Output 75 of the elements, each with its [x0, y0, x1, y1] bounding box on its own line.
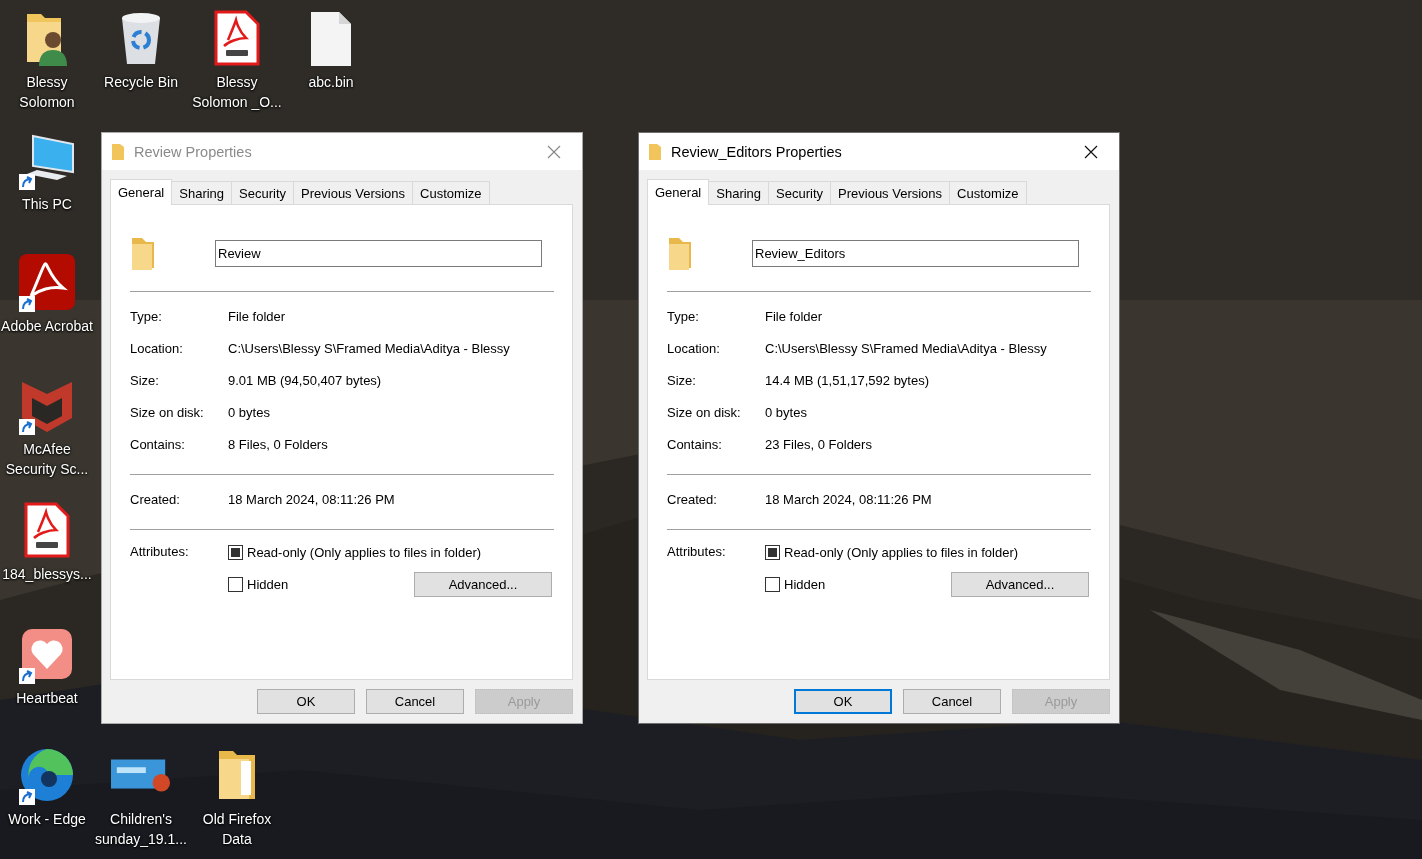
- window-title: Review Properties: [134, 143, 253, 160]
- property-label: Size on disk:: [667, 404, 742, 420]
- property-value: 14.4 MB (1,51,17,592 bytes): [765, 372, 931, 388]
- window-title: Review_Editors Properties: [671, 143, 843, 160]
- checkbox-label[interactable]: Hidden: [247, 577, 289, 592]
- property-value: File folder: [228, 308, 287, 324]
- tab[interactable]: Sharing: [171, 181, 233, 204]
- attributes-label: Attributes:: [667, 544, 727, 561]
- folder-icon: [649, 143, 661, 160]
- tab[interactable]: General: [647, 179, 710, 205]
- property-value: 9.01 MB (94,50,407 bytes): [228, 372, 383, 388]
- advanced-button[interactable]: Advanced...: [414, 572, 552, 597]
- property-label: Location:: [130, 340, 184, 356]
- dialog-button[interactable]: Cancel: [366, 689, 464, 714]
- dialog-button[interactable]: OK: [257, 689, 355, 714]
- folder-icon: [112, 143, 124, 160]
- checkbox-label[interactable]: Read-only (Only applies to files in folder): [784, 545, 1019, 560]
- desktop-icon-label[interactable]: Children's sunday_19.1...: [94, 809, 188, 849]
- shortcut-arrow-icon: [19, 296, 35, 312]
- folder-icon: [130, 236, 156, 270]
- tab[interactable]: Security: [231, 181, 295, 204]
- property-value: File folder: [765, 308, 824, 324]
- shortcut-arrow-icon: [19, 419, 35, 435]
- property-value: 0 bytes: [228, 404, 271, 420]
- property-label: Created:: [130, 491, 181, 507]
- attributes-label: Attributes:: [130, 544, 190, 561]
- property-label: Type:: [667, 308, 700, 324]
- tab[interactable]: Sharing: [708, 181, 770, 204]
- checkbox-label[interactable]: Hidden: [784, 577, 826, 592]
- property-label: Created:: [667, 491, 718, 507]
- checkbox[interactable]: [765, 545, 780, 560]
- property-value: 18 March 2024, 08:11:26 PM: [765, 491, 933, 507]
- property-label: Size on disk:: [130, 404, 205, 420]
- checkbox[interactable]: [228, 545, 243, 560]
- property-label: Contains:: [667, 436, 723, 452]
- desktop-icon-label[interactable]: 184_blessys...: [2, 564, 92, 584]
- desktop-icon-label[interactable]: Heartbeat: [16, 688, 78, 708]
- shortcut-arrow-icon: [19, 668, 35, 684]
- checkbox-label[interactable]: Read-only (Only applies to files in folder): [247, 545, 482, 560]
- dialog-button[interactable]: Cancel: [903, 689, 1001, 714]
- close-icon: [547, 144, 561, 159]
- desktop-icon-label[interactable]: McAfee Security Sc...: [0, 439, 94, 479]
- advanced-button[interactable]: Advanced...: [951, 572, 1089, 597]
- tab[interactable]: Customize: [949, 181, 1027, 204]
- property-label: Size:: [667, 372, 697, 388]
- property-value: C:\Users\Blessy S\Framed Media\Aditya - Blessy: [765, 340, 1048, 356]
- tab[interactable]: Security: [768, 181, 832, 204]
- desktop-icon-label[interactable]: Blessy Solomon _O...: [190, 72, 284, 112]
- property-value: 23 Files, 0 Folders: [765, 436, 873, 452]
- folder-icon: [667, 236, 693, 270]
- desktop-icon-label[interactable]: Work - Edge: [8, 809, 86, 829]
- checkbox[interactable]: [765, 577, 780, 592]
- property-value: 8 Files, 0 Folders: [228, 436, 329, 452]
- name-field[interactable]: Review: [215, 239, 542, 267]
- desktop-icon-label[interactable]: Recycle Bin: [104, 72, 178, 92]
- tab[interactable]: Customize: [412, 181, 490, 204]
- dialog-button[interactable]: OK: [794, 689, 892, 714]
- property-value: 0 bytes: [765, 404, 808, 420]
- tab[interactable]: General: [110, 179, 173, 205]
- desktop-icon-label[interactable]: Old Firefox Data: [190, 809, 284, 849]
- property-label: Type:: [130, 308, 163, 324]
- property-value: C:\Users\Blessy S\Framed Media\Aditya - Blessy: [228, 340, 511, 356]
- name-field[interactable]: Review_Editors: [752, 239, 1079, 267]
- desktop-icon-label[interactable]: abc.bin: [308, 72, 354, 92]
- property-value: 18 March 2024, 08:11:26 PM: [228, 491, 396, 507]
- shortcut-arrow-icon: [19, 789, 35, 805]
- property-label: Size:: [130, 372, 160, 388]
- checkbox[interactable]: [228, 577, 243, 592]
- close-icon: [1084, 144, 1098, 159]
- desktop-icon-label[interactable]: Blessy Solomon: [0, 72, 94, 112]
- property-label: Contains:: [130, 436, 186, 452]
- desktop-icon-label[interactable]: This PC: [22, 194, 72, 214]
- desktop-icon-label[interactable]: Adobe Acrobat: [1, 316, 93, 336]
- shortcut-arrow-icon: [19, 174, 35, 190]
- property-label: Location:: [667, 340, 721, 356]
